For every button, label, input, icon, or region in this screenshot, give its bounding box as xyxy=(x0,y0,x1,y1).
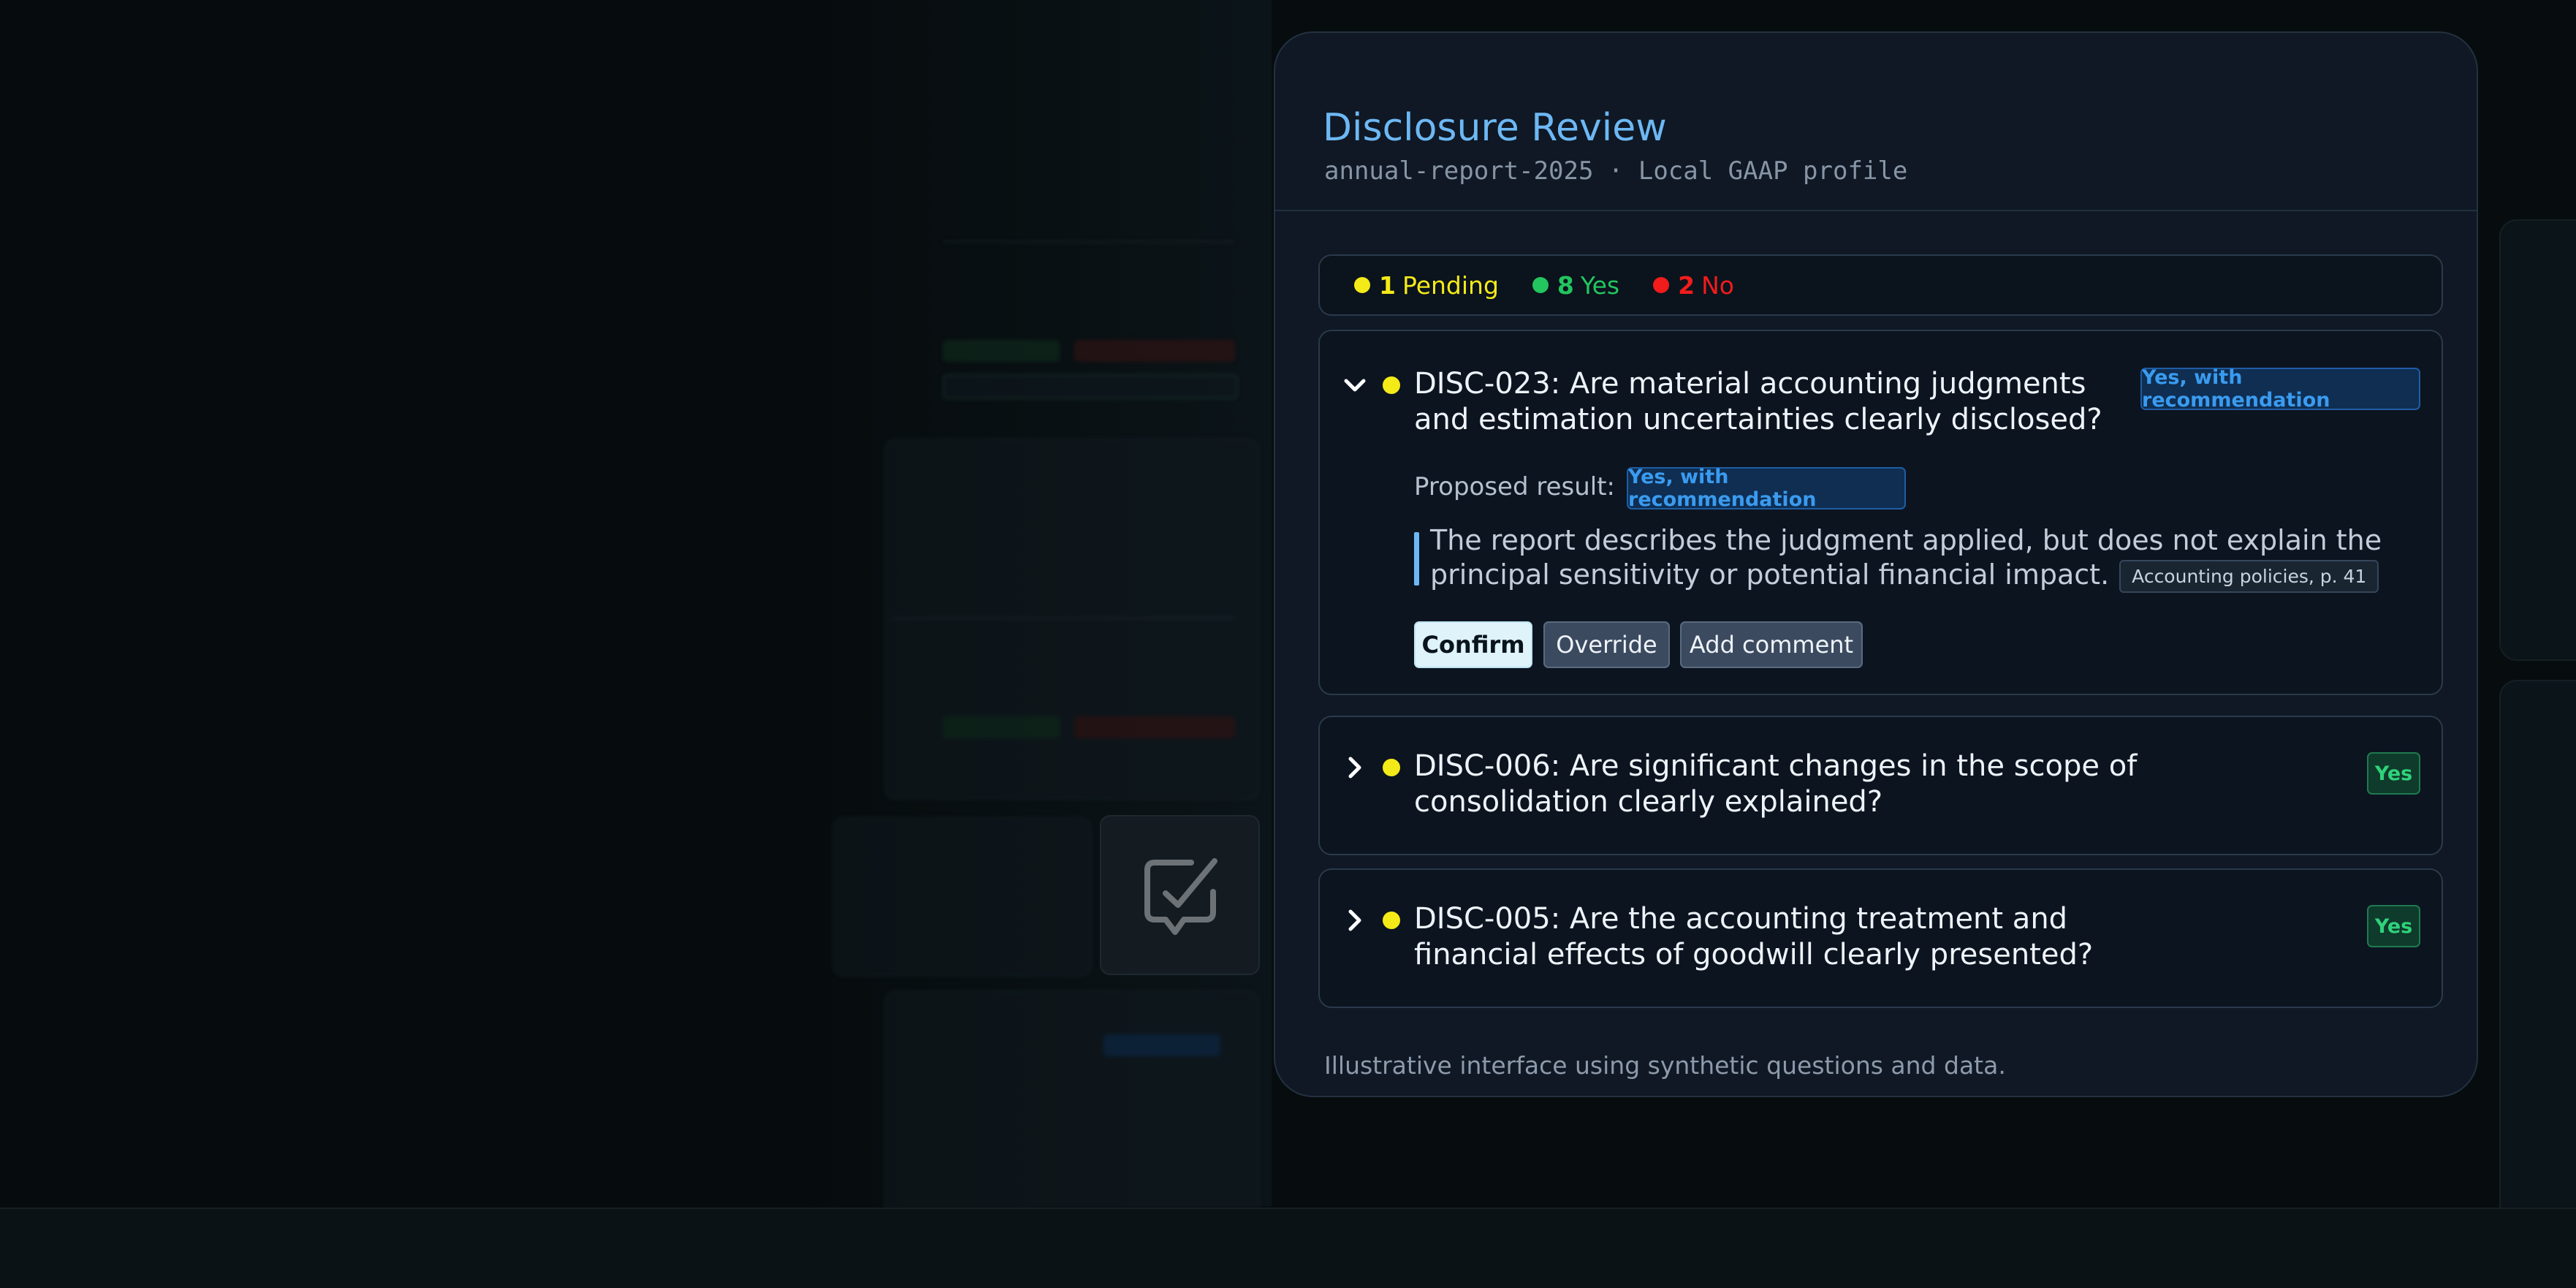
panel-title: Disclosure Review xyxy=(1323,106,1667,150)
summary-yes: 8 Yes xyxy=(1532,271,1619,300)
summary-pending: 1 Pending xyxy=(1354,271,1499,300)
question-text: DISC-006: Are significant changes in the… xyxy=(1414,749,2138,819)
no-label: No xyxy=(1701,270,1734,300)
check-message-icon xyxy=(1100,815,1260,975)
add-comment-button[interactable]: Add comment xyxy=(1680,621,1863,668)
status-summary: 1 Pending 8 Yes 2 No xyxy=(1318,254,2443,316)
result-badge: Yes xyxy=(2367,905,2420,947)
footer-note: Illustrative interface using synthetic q… xyxy=(1324,1051,2006,1080)
question-text: DISC-023: Are material accounting judgme… xyxy=(1414,367,2102,436)
pending-count: 1 xyxy=(1379,270,1396,300)
question-card-disc-023: DISC-023: Are material accounting judgme… xyxy=(1318,330,2443,695)
yes-count: 8 xyxy=(1557,270,1574,300)
pending-status-dot xyxy=(1383,912,1400,929)
yes-dot-icon xyxy=(1532,277,1549,293)
proposed-result-label: Proposed result: xyxy=(1414,472,1615,501)
rationale-quote: The report describes the judgment applie… xyxy=(1430,523,2409,593)
result-badge: Yes, with recommendation xyxy=(2140,366,2420,412)
result-badge: Yes xyxy=(2367,752,2420,795)
chevron-down-icon[interactable] xyxy=(1342,372,1368,398)
pending-label: Pending xyxy=(1402,270,1499,300)
quote-accent xyxy=(1414,532,1419,586)
pending-status-dot xyxy=(1383,759,1400,776)
panel-subtitle: annual-report-2025 · Local GAAP profile xyxy=(1324,156,1908,186)
yes-label: Yes xyxy=(1580,270,1620,300)
disclosure-review-panel: Disclosure Review annual-report-2025 · L… xyxy=(1274,31,2478,1097)
confirm-button[interactable]: Confirm xyxy=(1414,621,1532,668)
background-bottom-bar xyxy=(0,1208,2576,1288)
source-reference-tag[interactable]: Accounting policies, p. 41 xyxy=(2119,560,2379,593)
pending-dot-icon xyxy=(1354,277,1370,293)
proposed-result-badge: Yes, with recommendation xyxy=(1627,466,1906,511)
summary-no: 2 No xyxy=(1653,271,1734,300)
no-dot-icon xyxy=(1653,277,1670,293)
override-button[interactable]: Override xyxy=(1543,621,1670,668)
question-card-disc-005[interactable]: DISC-005: Are the accounting treatment a… xyxy=(1318,868,2443,1008)
chevron-right-icon[interactable] xyxy=(1342,907,1368,933)
background-side-panel xyxy=(2499,219,2576,661)
question-card-disc-006[interactable]: DISC-006: Are significant changes in the… xyxy=(1318,716,2443,855)
background-side-panel xyxy=(2499,680,2576,1288)
chevron-right-icon[interactable] xyxy=(1342,754,1368,781)
no-count: 2 xyxy=(1678,270,1695,300)
pending-status-dot xyxy=(1383,376,1400,394)
question-text: DISC-005: Are the accounting treatment a… xyxy=(1414,902,2094,971)
panel-header: Disclosure Review annual-report-2025 · L… xyxy=(1275,33,2477,211)
